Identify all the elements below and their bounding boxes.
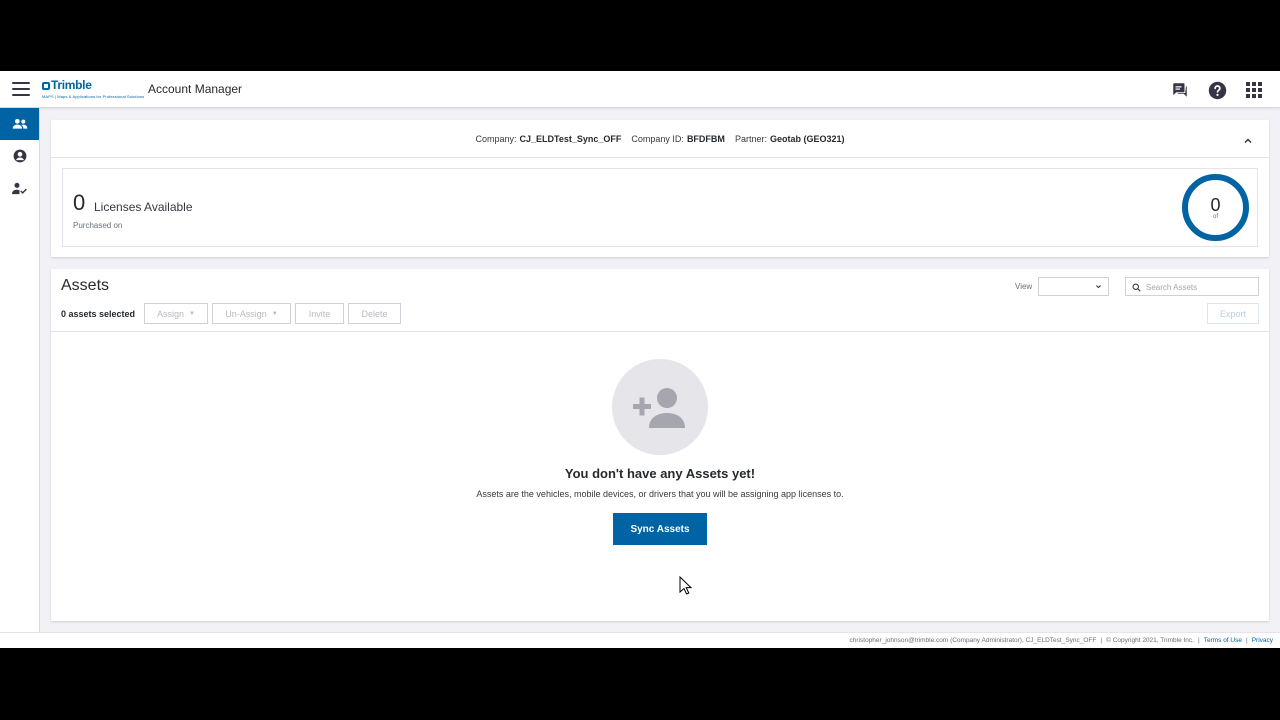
chevron-up-icon[interactable] — [1243, 133, 1253, 144]
mouse-cursor-icon — [679, 576, 692, 595]
licenses-count: 0 — [73, 190, 86, 215]
assign-button[interactable]: Assign ▼ — [144, 303, 208, 324]
assets-title: Assets — [61, 277, 110, 294]
footer-separator: | — [1245, 637, 1248, 644]
terms-link[interactable]: Terms of Use — [1204, 637, 1242, 644]
logo-subtitle: MAPS | Maps & Applications for Professio… — [42, 94, 145, 99]
menu-icon[interactable] — [12, 82, 30, 96]
invite-button[interactable]: Invite — [295, 303, 344, 324]
app-title: Account Manager — [148, 82, 243, 96]
licenses-donut: 0 of — [1182, 174, 1249, 241]
user-check-icon — [12, 182, 27, 194]
partner-name: Geotab (GEO321) — [769, 133, 845, 144]
assign-label: Assign — [157, 308, 185, 319]
company-id: BFDFBM — [686, 133, 725, 144]
top-header: Trimble MAPS | Maps & Applications for P… — [0, 71, 1280, 108]
view-select[interactable] — [1038, 277, 1109, 296]
caret-down-icon: ▼ — [271, 310, 278, 317]
sidebar-item-account[interactable] — [0, 140, 39, 172]
selected-count: 0 assets selected — [61, 309, 136, 319]
empty-state-title: You don't have any Assets yet! — [564, 466, 756, 481]
caret-down-icon: ▼ — [189, 310, 195, 317]
donut-of-label: of — [1212, 213, 1218, 220]
unassign-button[interactable]: Un-Assign ▼ — [212, 303, 291, 324]
search-box — [1125, 277, 1259, 296]
help-icon[interactable] — [1207, 80, 1227, 100]
search-icon — [1132, 283, 1141, 292]
sidebar — [0, 108, 40, 648]
app-window: Trimble MAPS | Maps & Applications for P… — [0, 71, 1280, 648]
divider — [51, 331, 1269, 332]
sidebar-item-users[interactable] — [0, 108, 39, 140]
users-icon — [12, 119, 27, 129]
sidebar-item-user-permissions[interactable] — [0, 172, 39, 204]
partner-label: Partner: — [734, 133, 767, 144]
logo-text: Trimble — [51, 78, 92, 92]
sync-assets-button[interactable]: Sync Assets — [613, 513, 707, 545]
footer-separator: | — [1197, 637, 1200, 644]
privacy-link[interactable]: Privacy — [1252, 637, 1273, 644]
account-circle-icon — [13, 149, 26, 163]
add-user-icon — [633, 388, 685, 428]
delete-button[interactable]: Delete — [348, 303, 401, 324]
assets-card: Assets View 0 assets selected Assign ▼ Un… — [51, 269, 1269, 621]
footer: christopher_johnson@trimble.com (Company… — [0, 632, 1280, 648]
company-label: Company: — [475, 133, 517, 144]
chevron-down-icon — [1096, 285, 1101, 289]
export-button[interactable]: Export — [1207, 303, 1259, 324]
empty-state-avatar — [612, 359, 708, 455]
company-name: CJ_ELDTest_Sync_OFF — [519, 133, 622, 144]
empty-state-description: Assets are the vehicles, mobile devices,… — [476, 489, 844, 499]
chat-icon[interactable] — [1170, 80, 1190, 100]
footer-separator: | — [1100, 637, 1103, 644]
licenses-panel: 0 Licenses Available Purchased on 0 of — [62, 168, 1258, 247]
apps-grid-icon[interactable] — [1244, 80, 1264, 100]
footer-user: christopher_johnson@trimble.com (Company… — [849, 637, 1097, 644]
trimble-logo[interactable]: Trimble MAPS | Maps & Applications for P… — [42, 78, 145, 101]
search-input[interactable] — [1146, 280, 1256, 294]
licenses-label: Licenses Available — [94, 200, 193, 214]
footer-copyright: © Copyright 2021, Trimble Inc. — [1106, 637, 1194, 644]
unassign-label: Un-Assign — [225, 308, 267, 319]
purchased-on-label: Purchased on — [73, 221, 123, 230]
company-info-bar: Company: CJ_ELDTest_Sync_OFF Company ID:… — [51, 120, 1269, 158]
view-label: View — [1015, 282, 1033, 291]
company-id-label: Company ID: — [631, 133, 684, 144]
company-card: Company: CJ_ELDTest_Sync_OFF Company ID:… — [51, 120, 1269, 257]
donut-value: 0 — [1210, 194, 1221, 215]
